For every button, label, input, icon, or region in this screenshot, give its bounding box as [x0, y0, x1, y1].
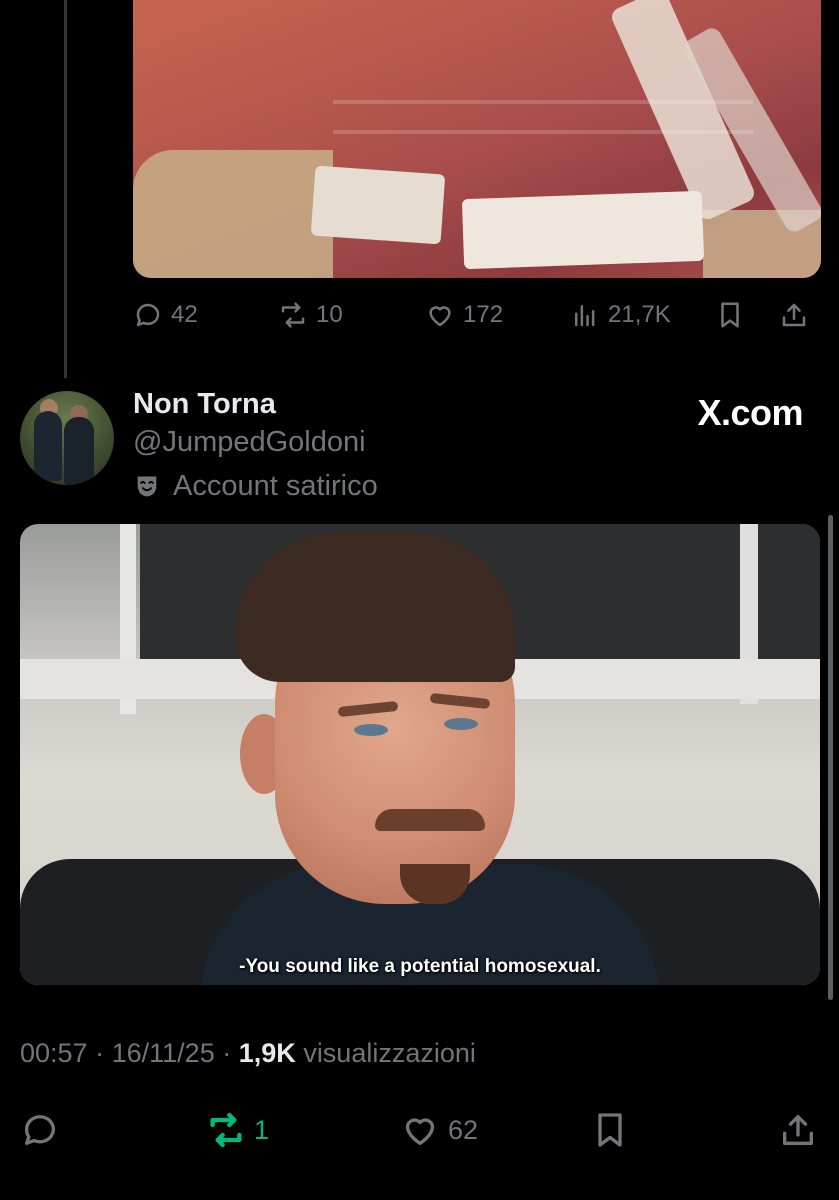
person-eye: [444, 718, 478, 730]
video-subtitle: -You sound like a potential homosexual.: [239, 956, 601, 977]
repost-count: 1: [254, 1114, 270, 1145]
share-button[interactable]: [778, 1110, 818, 1150]
tweet-meta: 00:57 · 16/11/25 · 1,9K visualizzazioni: [20, 1038, 476, 1069]
repost-button[interactable]: 10: [278, 300, 343, 330]
like-count: 172: [463, 301, 504, 328]
repost-icon: [281, 302, 305, 328]
heart-icon: [405, 1118, 435, 1145]
like-button[interactable]: 62: [400, 1110, 478, 1150]
share-icon: [783, 1115, 813, 1145]
author-handle[interactable]: @JumpedGoldoni: [133, 426, 366, 459]
satire-badge-label: Account satirico: [173, 470, 378, 502]
reply-count: 42: [171, 301, 198, 328]
reply-icon: [24, 1115, 55, 1145]
person-eye: [354, 724, 388, 736]
meta-separator: ·: [95, 1038, 105, 1068]
thread-line: [64, 0, 67, 378]
views-button[interactable]: 21,7K: [570, 300, 671, 330]
tweet-image[interactable]: -You sound like a potential homosexual.: [20, 524, 820, 985]
avatar[interactable]: [20, 391, 114, 485]
bookmark-button[interactable]: [715, 300, 745, 330]
author-name[interactable]: Non Torna: [133, 388, 276, 421]
views-count: 21,7K: [608, 301, 671, 328]
heart-icon: [429, 306, 451, 327]
tweet-time[interactable]: 00:57: [20, 1038, 88, 1068]
share-icon: [782, 303, 806, 327]
previous-tweet-action-bar: 42 10 172 21,7K: [133, 298, 819, 338]
satire-badge: Account satirico: [133, 470, 378, 503]
tweet-views-label: visualizzazioni: [303, 1038, 476, 1068]
tweet-views-count: 1,9K: [238, 1038, 296, 1068]
cutting-board: [133, 150, 333, 278]
meta-separator: ·: [222, 1038, 232, 1068]
previous-tweet-image[interactable]: [133, 0, 821, 278]
analytics-icon: [575, 305, 595, 327]
tweet-action-bar: 1 62: [20, 1106, 820, 1150]
repost-count: 10: [316, 301, 343, 328]
ham-texture: [333, 130, 753, 134]
bookmark-button[interactable]: [590, 1110, 630, 1150]
reply-button[interactable]: [20, 1110, 60, 1150]
person-hair: [235, 532, 515, 682]
theater-mask-icon: [137, 476, 157, 496]
person-mustache: [375, 809, 485, 831]
ham-texture: [333, 100, 753, 104]
like-button[interactable]: 172: [425, 300, 503, 330]
bookmark-icon: [598, 1113, 622, 1147]
xcom-watermark: X.com: [697, 392, 803, 433]
avatar-person-body: [34, 411, 62, 481]
scrollbar[interactable]: [828, 515, 833, 1000]
repost-button[interactable]: 1: [206, 1110, 269, 1150]
ham-fat-edge: [310, 165, 446, 245]
tweet-date[interactable]: 16/11/25: [112, 1038, 215, 1068]
repost-icon: [210, 1112, 242, 1148]
reply-icon: [136, 303, 160, 327]
ham-fat-edge: [461, 190, 705, 270]
avatar-person-body: [64, 417, 94, 485]
share-button[interactable]: [779, 300, 809, 330]
reply-button[interactable]: 42: [133, 300, 198, 330]
like-count: 62: [448, 1114, 479, 1145]
bookmark-icon: [721, 302, 739, 328]
